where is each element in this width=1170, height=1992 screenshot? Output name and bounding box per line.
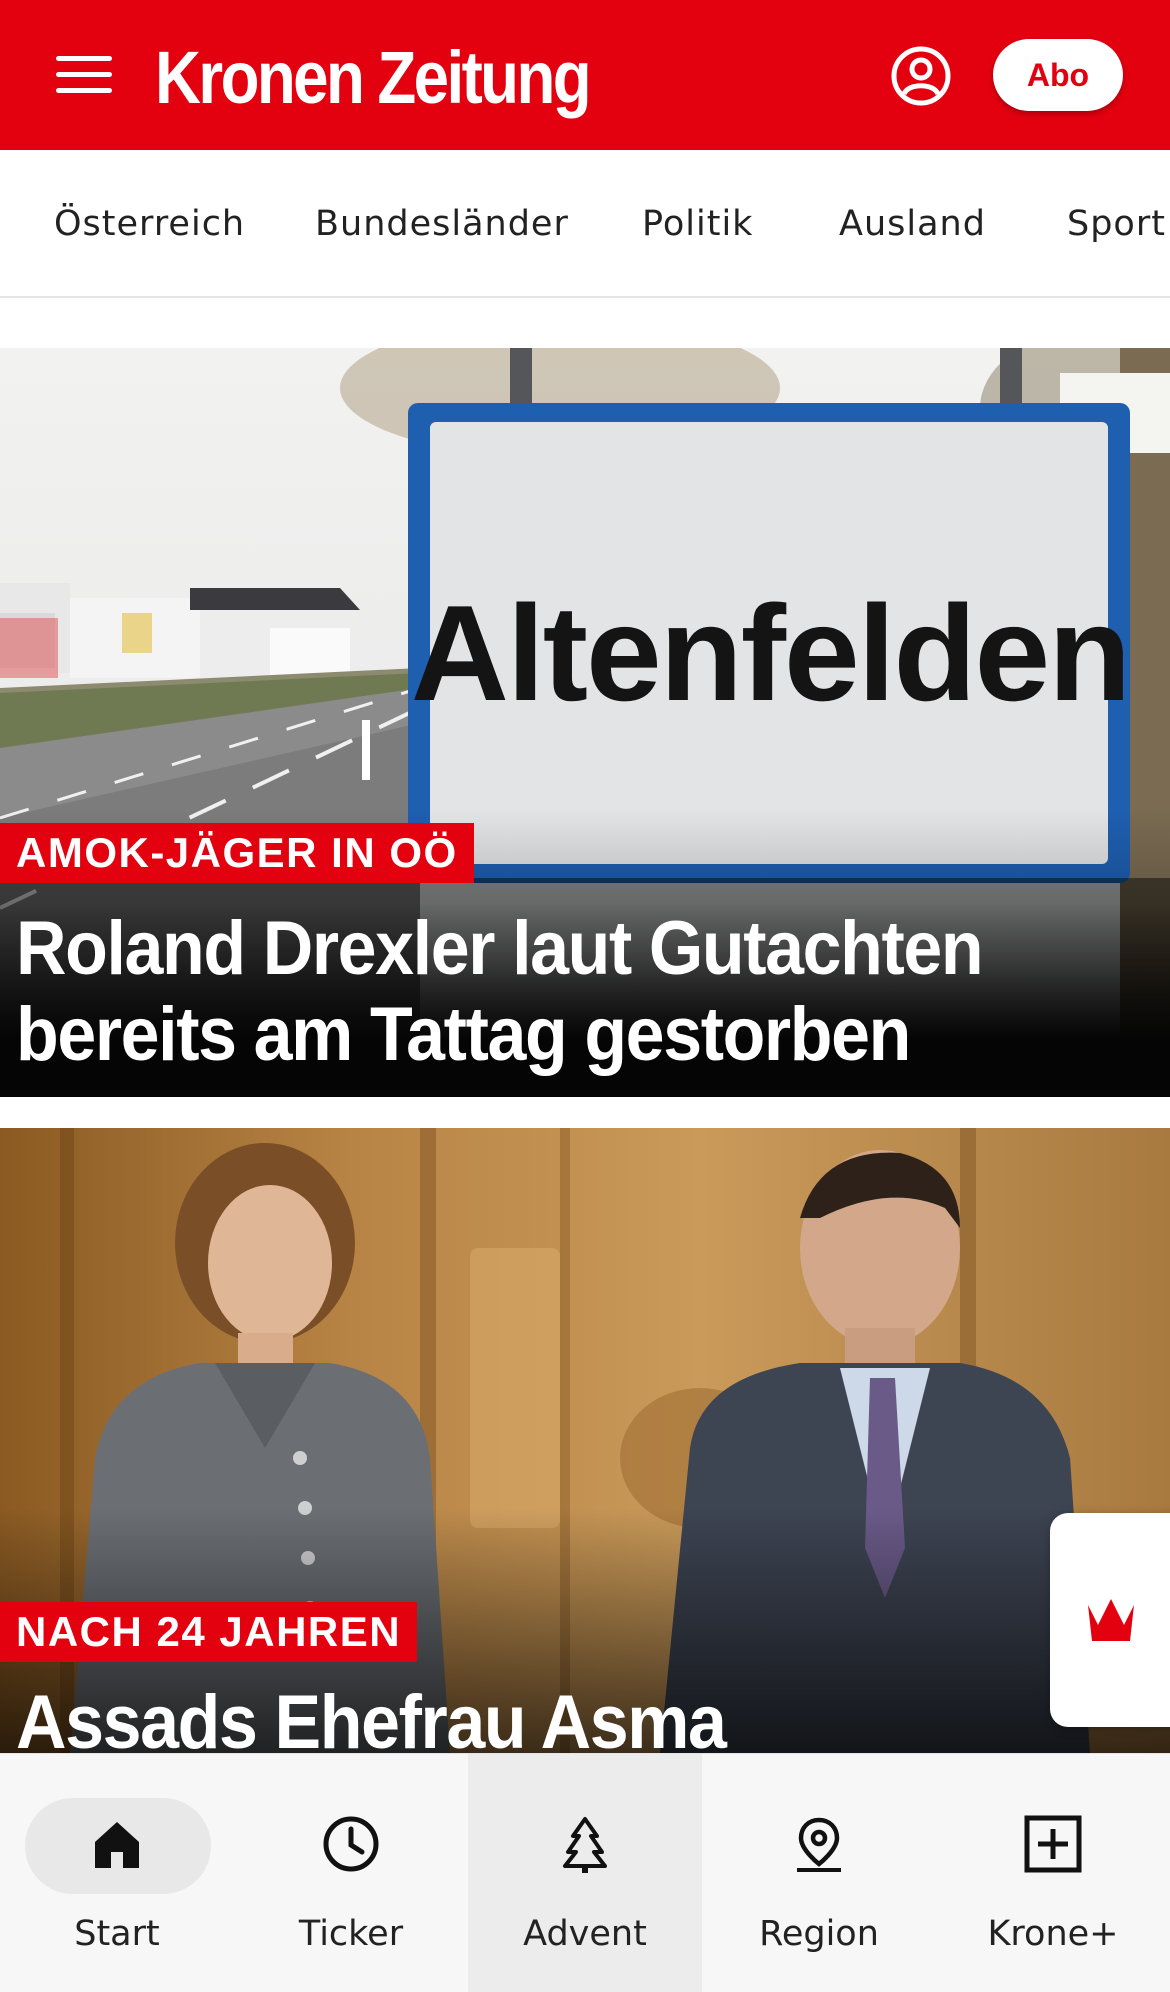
location-pin-icon xyxy=(797,1817,841,1872)
tree-icon xyxy=(563,1817,607,1873)
krone-floating-button[interactable] xyxy=(1050,1513,1170,1727)
bottom-navigation: Start Ticker Advent Region Krone+ xyxy=(0,1753,1170,1992)
category-bundeslaender[interactable]: Bundesländer xyxy=(315,150,569,296)
article-2-kicker: NACH 24 JAHREN xyxy=(0,1602,418,1662)
headline-line: bereits am Tattag gestorben xyxy=(16,992,911,1077)
nav-krone-plus[interactable]: Krone+ xyxy=(936,1754,1170,1992)
headline-line: Assads Ehefrau Asma xyxy=(16,1680,727,1753)
category-nav: Österreich Bundesländer Politik Ausland … xyxy=(0,150,1170,298)
clock-icon xyxy=(323,1816,379,1872)
article-1-kicker: AMOK-JÄGER IN OÖ xyxy=(0,823,474,883)
plus-box-icon xyxy=(1024,1815,1082,1873)
home-icon xyxy=(95,1822,139,1868)
category-ausland[interactable]: Ausland xyxy=(839,150,986,296)
krone-crown-icon xyxy=(1088,1599,1134,1641)
nav-label: Advent xyxy=(523,1914,647,1954)
headline-line: Roland Drexler laut Gutachten xyxy=(16,906,984,991)
category-sport[interactable]: Sport xyxy=(1067,150,1166,296)
nav-label: Krone+ xyxy=(987,1914,1119,1954)
nav-label: Region xyxy=(759,1914,879,1954)
nav-label: Ticker xyxy=(298,1914,404,1954)
nav-start[interactable]: Start xyxy=(0,1754,234,1992)
abo-button[interactable]: Abo xyxy=(993,39,1123,111)
nav-ticker[interactable]: Ticker xyxy=(234,1754,468,1992)
hamburger-icon[interactable] xyxy=(56,52,112,96)
account-icon[interactable] xyxy=(890,45,952,107)
article-1-headline: Roland Drexler laut Gutachten bereits am… xyxy=(16,906,1138,1078)
article-2-headline: Assads Ehefrau Asma xyxy=(16,1680,1138,1753)
kronen-zeitung-logo[interactable]: Kronen Zeitung xyxy=(155,38,592,118)
nav-region[interactable]: Region xyxy=(702,1754,936,1992)
sign-text: Altenfelden xyxy=(411,577,1130,729)
category-politik[interactable]: Politik xyxy=(642,150,753,296)
article-card-2[interactable]: NACH 24 JAHREN Assads Ehefrau Asma xyxy=(0,1128,1170,1753)
nav-label: Start xyxy=(74,1914,160,1954)
nav-advent[interactable]: Advent xyxy=(468,1754,702,1992)
top-app-bar: Kronen Zeitung Abo xyxy=(0,0,1170,150)
article-card-1[interactable]: Altenfelden AMOK-JÄGER IN OÖ Roland Drex… xyxy=(0,348,1170,1097)
category-oesterreich[interactable]: Österreich xyxy=(54,150,245,296)
